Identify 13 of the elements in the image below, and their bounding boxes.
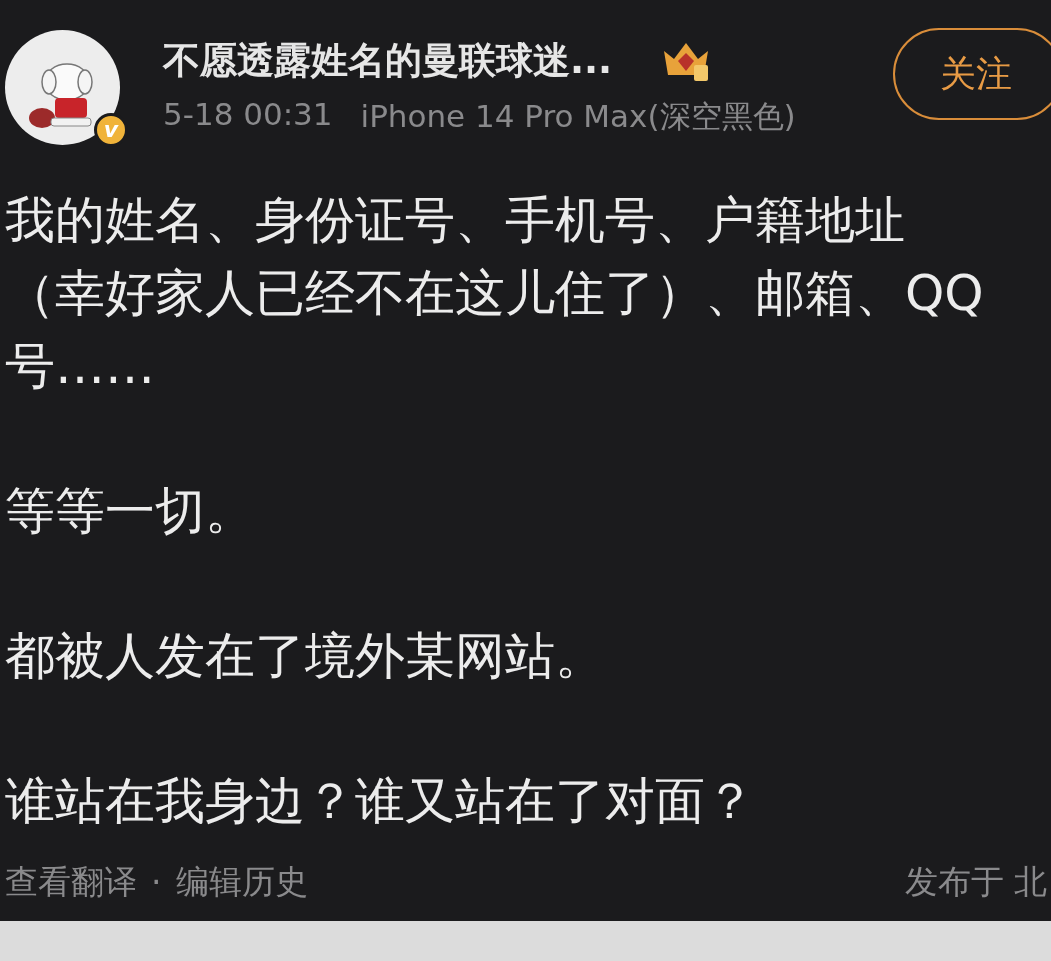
post-paragraph: 谁站在我身边？谁又站在了对面？ (5, 771, 756, 832)
post-paragraph: 都被人发在了境外某网站。 (5, 626, 606, 687)
separator-dot: · (151, 863, 162, 902)
post-time: 5-18 00:31 (163, 96, 333, 134)
post-paragraph: 等等一切。 (5, 481, 256, 542)
edit-history-link[interactable]: 编辑历史 (175, 860, 308, 905)
translate-link[interactable]: 查看翻译 (5, 860, 137, 905)
device-name: iPhone 14 Pro Max(深空黑色) (360, 97, 796, 136)
author-name[interactable]: 不愿透露姓名的曼联球迷... (163, 36, 613, 86)
follow-button[interactable]: 关注 (893, 28, 1051, 120)
post-paragraph: 我的姓名、身份证号、手机号、户籍地址 （幸好家人已经不在这儿住了）、邮箱、QQ 号…… (5, 190, 985, 397)
post-location: 发布于 北 (904, 861, 1047, 903)
verified-badge: v (94, 112, 128, 147)
